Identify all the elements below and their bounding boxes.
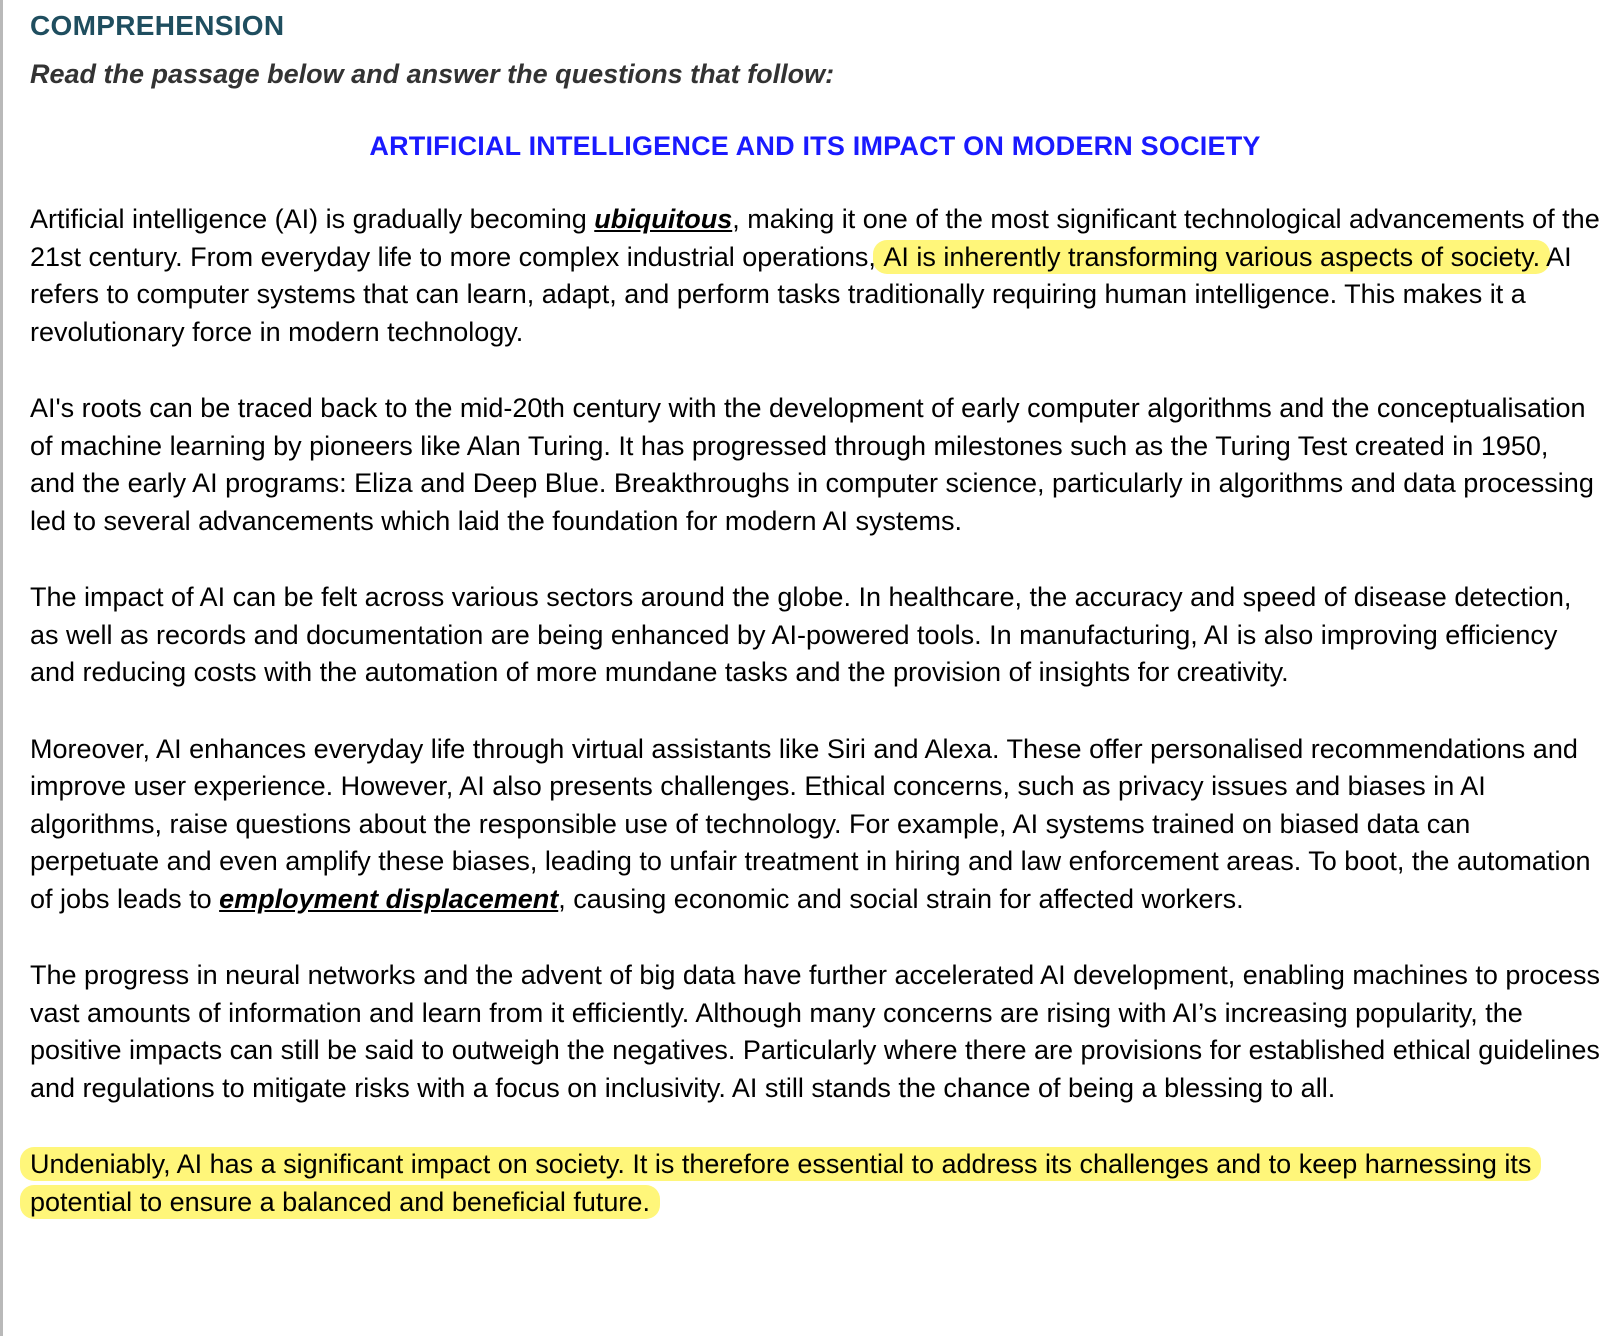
paragraph-4: Moreover, AI enhances everyday life thro… [30,731,1600,919]
paragraph-6: Undeniably, AI has a significant impact … [20,1146,1600,1221]
keyword-ubiquitous: ubiquitous [594,204,733,234]
paragraph-1-text-a: Artificial intelligence (AI) is graduall… [30,204,595,234]
section-heading: COMPREHENSION [30,10,285,41]
page-left-border [0,0,3,1336]
highlighted-text-2: Undeniably, AI has a significant impact … [20,1147,1542,1219]
instruction-text: Read the passage below and answer the qu… [30,59,835,89]
keyword-employment-displacement: employment displacement [219,883,559,914]
highlighted-text-1: AI is inherently transforming various as… [873,239,1551,274]
paragraph-2: AI's roots can be traced back to the mid… [30,393,1594,536]
paragraph-1: Artificial intelligence (AI) is graduall… [30,201,1600,351]
paragraph-3: The impact of AI can be felt across vari… [30,582,1572,687]
document-body: COMPREHENSION Read the passage below and… [20,10,1600,1221]
passage-title: ARTIFICIAL INTELLIGENCE AND ITS IMPACT O… [369,131,1261,161]
paragraph-4-text-b: , causing economic and social strain for… [558,883,1244,914]
paragraph-5: The progress in neural networks and the … [30,960,1600,1103]
